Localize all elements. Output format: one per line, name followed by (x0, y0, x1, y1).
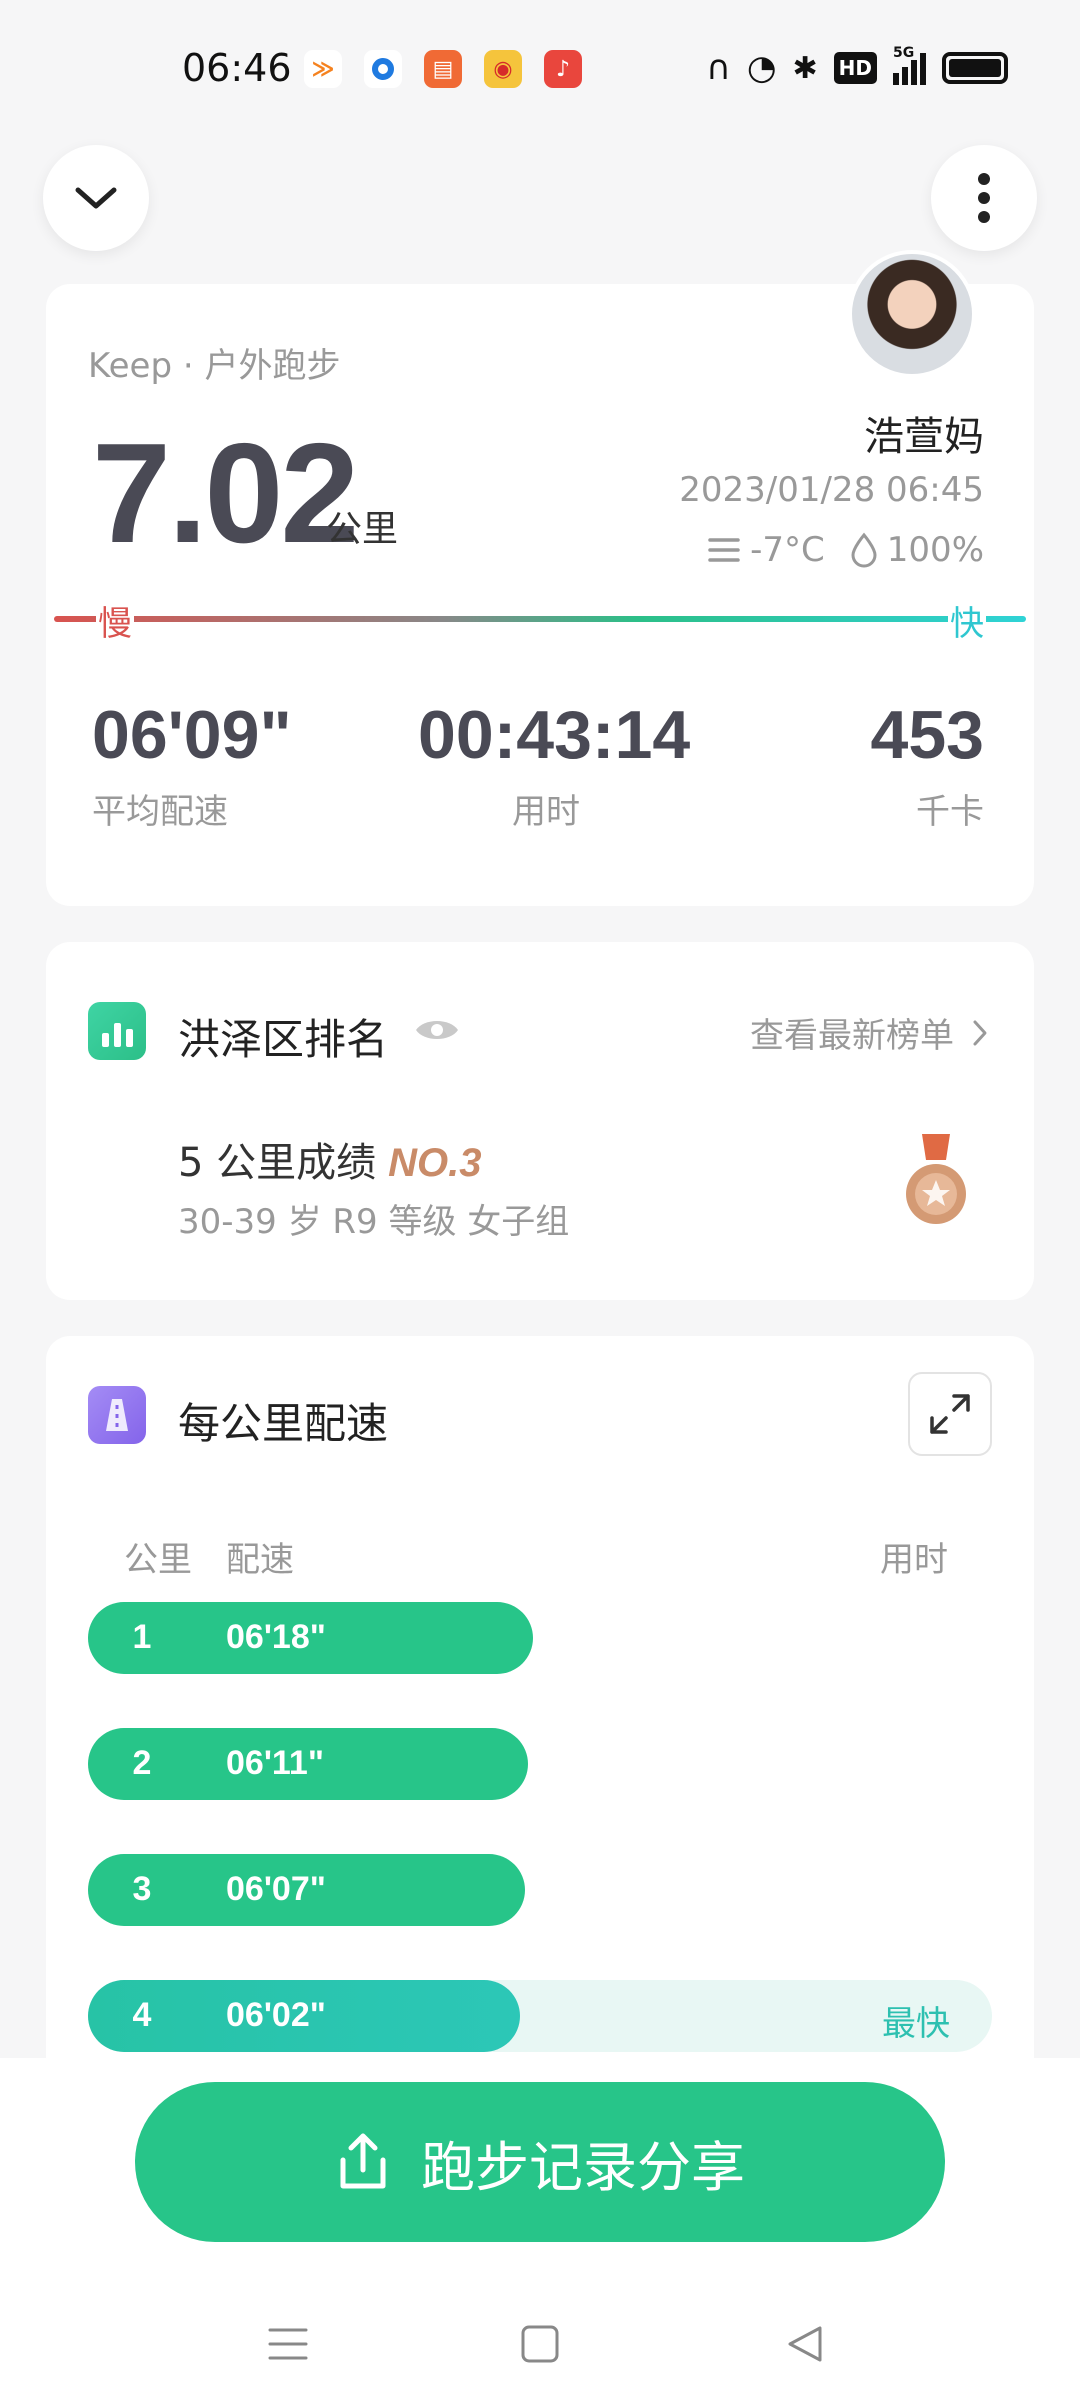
battery-icon (942, 52, 1008, 84)
view-leaderboard-label: 查看最新榜单 (750, 1016, 954, 1056)
run-datetime: 2023/01/28 06:45 (679, 470, 984, 510)
activity-source: Keep · 户外跑步 (88, 346, 341, 386)
run-summary-card: Keep · 户外跑步 7.02 公里 浩萱妈 2023/01/28 06:45… (46, 250, 1034, 906)
calories-stat: 453 千卡 (871, 696, 984, 833)
status-time: 06:46 (182, 46, 292, 90)
temperature: -7°C (750, 530, 825, 570)
column-time: 用时 (880, 1540, 948, 1580)
username: 浩萱妈 (864, 414, 984, 460)
signal-icon: 5G (893, 45, 926, 85)
pace-row-value: 06'11" (226, 1744, 324, 1782)
nav-menu-button[interactable] (258, 2314, 318, 2374)
ranking-card: 洪泽区排名 查看最新榜单 5 公里成绩 NO.3 30-39 岁 R9 等级 女子… (46, 942, 1034, 1300)
collapse-button[interactable] (43, 145, 149, 251)
ranking-group: 30-39 岁 R9 等级 女子组 (178, 1202, 570, 1242)
view-leaderboard-link[interactable]: 查看最新榜单 (750, 1008, 988, 1057)
headphones-icon: ∩ (705, 48, 731, 88)
weibo-icon: ◉ (484, 50, 522, 88)
chevron-right-icon (973, 1020, 987, 1045)
expand-icon (930, 1394, 970, 1434)
back-triangle-icon (788, 2326, 822, 2362)
strava-icon: ≫ (304, 50, 342, 88)
expand-button[interactable] (908, 1372, 992, 1456)
reader-icon: ▤ (424, 50, 462, 88)
pace-row: 2 06'11" (88, 1728, 992, 1800)
menu-icon (268, 2328, 308, 2360)
system-nav-bar (0, 2290, 1080, 2400)
pace-row: 3 06'07" (88, 1854, 992, 1926)
ranking-number: NO.3 (388, 1141, 482, 1185)
eye-icon[interactable] (414, 1015, 460, 1045)
pace-row-value: 06'02" (226, 1996, 326, 2034)
pace-icon (88, 1386, 146, 1444)
notification-icons: ≫ ▤ ◉ ♪ (304, 50, 582, 88)
duration-label: 用时 (512, 792, 580, 832)
distance-unit: 公里 (326, 509, 399, 550)
share-icon (340, 2133, 386, 2189)
pace-row: 1 06'18" (88, 1602, 992, 1674)
home-square-icon (521, 2325, 559, 2363)
browser-icon (364, 50, 402, 88)
pace-row: 4 06'02" 最快 (88, 1980, 992, 2052)
nav-home-button[interactable] (510, 2314, 570, 2374)
bluetooth-icon: ✱ (792, 50, 818, 86)
column-km: 公里 (124, 1540, 192, 1580)
ranking-title: 洪泽区排名 (178, 1015, 389, 1064)
ranking-result: 5 公里成绩 NO.3 (178, 1130, 482, 1188)
avg-pace-stat: 06'09" 平均配速 (92, 696, 292, 833)
chevron-down-icon (75, 187, 117, 209)
duration-value: 00:43:14 (418, 697, 691, 773)
music-icon: ♪ (544, 50, 582, 88)
pace-row-km: 1 (132, 1618, 152, 1656)
distance-value: 7.02 (92, 414, 359, 573)
alarm-icon: ◔ (746, 48, 777, 88)
share-run-label: 跑步记录分享 (421, 2135, 745, 2199)
status-bar: 06:46 ≫ ▤ ◉ ♪ ∩ ◔ ✱ HD 5G (0, 0, 1080, 140)
nav-back-button[interactable] (776, 2314, 836, 2374)
pace-row-value: 06'07" (226, 1870, 326, 1908)
share-run-button[interactable]: 跑步记录分享 (135, 2082, 945, 2242)
avg-pace-value: 06'09" (92, 697, 292, 773)
pace-title: 每公里配速 (178, 1399, 389, 1448)
calories-label: 千卡 (916, 792, 984, 832)
bronze-medal-icon (906, 1134, 966, 1224)
fastest-badge: 最快 (882, 2004, 950, 2044)
pace-row-km: 3 (132, 1870, 152, 1908)
column-pace: 配速 (226, 1540, 294, 1580)
humidity: 100% (886, 530, 984, 570)
more-vertical-icon (978, 173, 990, 223)
speed-slow-label: 慢 (96, 596, 134, 645)
avg-pace-label: 平均配速 (92, 792, 228, 832)
calories-value: 453 (870, 697, 984, 773)
speed-fast-label: 快 (948, 596, 986, 645)
pace-row-km: 2 (132, 1744, 152, 1782)
fog-icon (708, 538, 740, 562)
humidity-icon (851, 532, 877, 568)
ranking-chart-icon (88, 1002, 146, 1060)
pace-row-value: 06'18" (226, 1618, 326, 1656)
ranking-result-label: 5 公里成绩 (178, 1140, 377, 1186)
more-button[interactable] (931, 145, 1037, 251)
hd-icon: HD (833, 52, 877, 84)
weather-info: -7°C 100% (706, 530, 984, 570)
pace-row-km: 4 (132, 1996, 152, 2034)
duration-stat: 00:43:14 用时 (418, 696, 691, 833)
speed-gradient-bar (54, 616, 1026, 622)
avatar[interactable] (848, 250, 976, 378)
system-icons: ∩ ◔ ✱ HD 5G (705, 45, 1008, 88)
network-label: 5G (893, 45, 915, 61)
